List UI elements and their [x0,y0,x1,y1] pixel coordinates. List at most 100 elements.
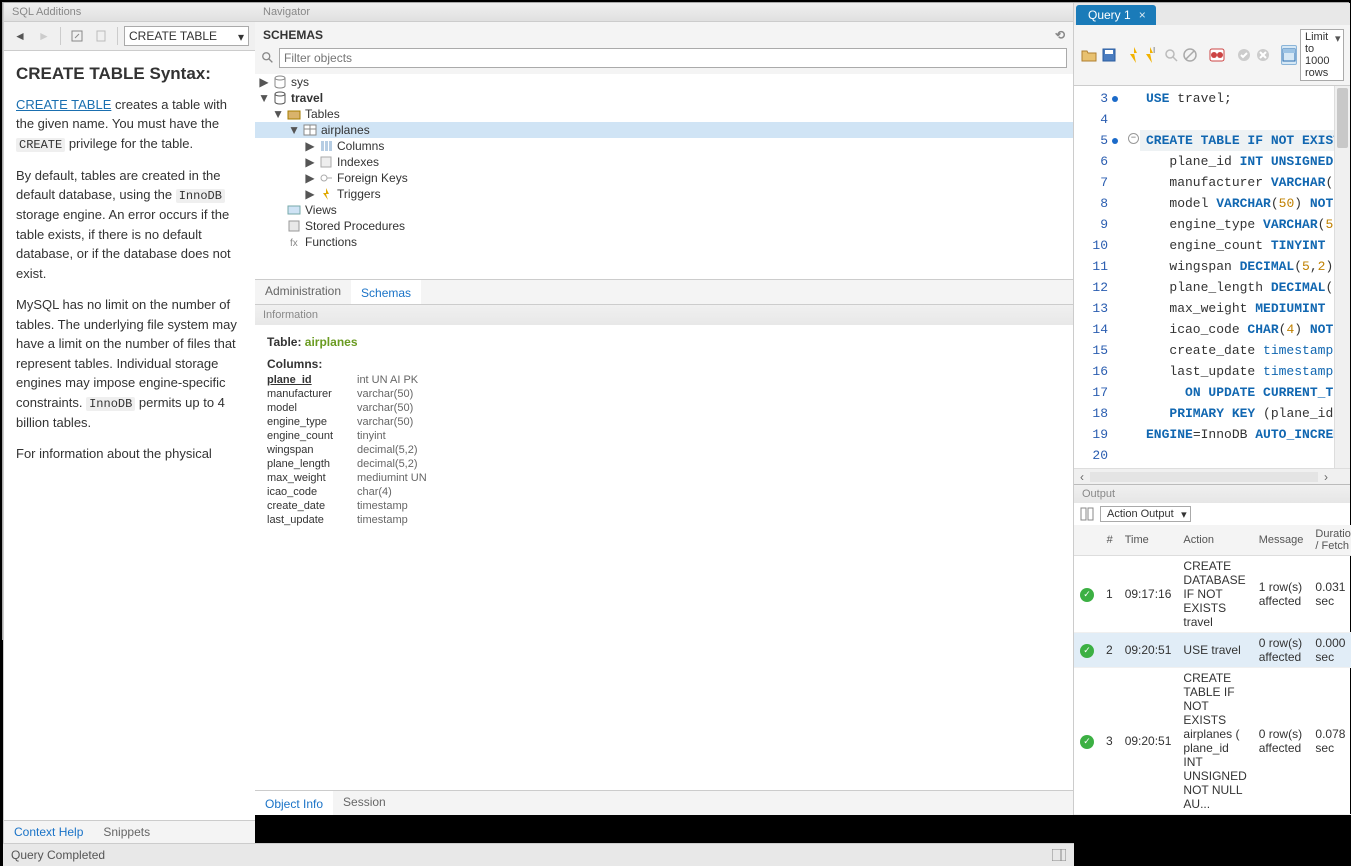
indexes-icon [319,155,333,169]
svg-text:fx: fx [290,238,298,249]
columns-icon [319,139,333,153]
chevron-down-icon[interactable]: ▼ [259,93,269,103]
vertical-scrollbar[interactable] [1334,86,1350,468]
limit-rows-select[interactable]: Limit to 1000 rows ▾ [1300,29,1344,81]
chevron-down-icon[interactable]: ▼ [289,125,299,135]
query-tab[interactable]: Query 1 × [1076,5,1156,25]
chevron-right-icon[interactable]: ▶ [259,77,269,87]
commit-icon[interactable] [1236,45,1252,65]
output-row[interactable]: ✓209:20:51USE travel0 row(s) affected0.0… [1074,633,1351,668]
tree-item[interactable]: sys [291,75,309,89]
nav-forward-icon[interactable]: ► [34,26,54,46]
schemas-label: SCHEMAS [263,28,323,42]
status-text: Query Completed [11,848,105,862]
column-type: mediumint UN [357,471,437,485]
chevron-right-icon[interactable]: ▶ [305,173,315,183]
rollback-icon[interactable] [1255,45,1271,65]
tab-schemas[interactable]: Schemas [351,280,421,304]
column-name: last_update [267,513,357,527]
chevron-right-icon[interactable]: ▶ [305,157,315,167]
database-icon [273,75,287,89]
query-tab-label: Query 1 [1088,8,1131,22]
views-icon [287,203,301,217]
help-heading: CREATE TABLE Syntax: [16,61,243,87]
toggle-autocommit-icon[interactable] [1208,45,1226,65]
open-file-icon[interactable] [1080,45,1098,65]
output-row[interactable]: ✓109:17:16CREATE DATABASE IF NOT EXISTS … [1074,556,1351,633]
tree-item[interactable]: Tables [305,107,340,121]
help-content: CREATE TABLE Syntax: CREATE TABLE create… [4,51,255,820]
columns-label: Columns: [267,357,322,371]
column-name: wingspan [267,443,357,457]
tree-item[interactable]: Stored Procedures [305,219,405,233]
tab-administration[interactable]: Administration [255,280,351,304]
tree-item[interactable]: Views [305,203,337,217]
output-mode-select[interactable]: Action Output▾ [1100,506,1191,522]
toggle-limit-icon[interactable] [1281,45,1297,65]
tree-item[interactable]: Foreign Keys [337,171,408,185]
close-tab-icon[interactable]: × [1139,8,1146,22]
nav-back-icon[interactable]: ◄ [10,26,30,46]
column-type: varchar(50) [357,387,437,401]
column-name: engine_count [267,429,357,443]
topic-select[interactable]: CREATE TABLE▾ [124,26,249,46]
database-icon [273,91,287,105]
stored-procedures-icon [287,219,301,233]
column-name: plane_length [267,457,357,471]
table-name: airplanes [305,335,358,349]
tree-item[interactable]: Triggers [337,187,381,201]
svg-text:I: I [1153,47,1155,55]
manual-icon[interactable] [91,26,111,46]
column-type: decimal(5,2) [357,457,437,471]
column-type: timestamp [357,513,437,527]
column-type: varchar(50) [357,401,437,415]
output-row[interactable]: ✓309:20:51CREATE TABLE IF NOT EXISTS air… [1074,668,1351,815]
execute-icon[interactable] [1127,45,1141,65]
tree-item[interactable]: airplanes [321,123,370,137]
column-type: varchar(50) [357,415,437,429]
tree-item[interactable]: Functions [305,235,357,249]
tab-context-help[interactable]: Context Help [4,821,93,843]
schema-tree[interactable]: ▶ sys ▼ travel ▼ Tables ▼ airplanes ▶ Columns… [255,74,1073,279]
jump-to-icon[interactable] [67,26,87,46]
column-name: engine_type [267,415,357,429]
column-name: model [267,401,357,415]
search-icon [261,51,275,65]
tab-session[interactable]: Session [333,791,396,815]
explain-icon[interactable] [1163,45,1179,65]
refresh-icon[interactable]: ⟲ [1055,28,1065,42]
output-header: Output [1074,485,1350,503]
table-label: Table: [267,335,301,349]
column-type: timestamp [357,499,437,513]
sql-editor[interactable]: USE travel; CREATE TABLE IF NOT EXISTS a… [1140,86,1334,468]
table-icon [303,123,317,137]
horizontal-scrollbar[interactable]: ‹ › [1074,468,1350,484]
output-panes-icon[interactable] [1080,507,1094,521]
information-header: Information [255,305,1073,325]
execute-current-icon[interactable]: I [1144,45,1160,65]
layout-icon[interactable] [1052,849,1066,861]
folder-icon [287,107,301,121]
tree-item[interactable]: Columns [337,139,384,153]
create-table-link[interactable]: CREATE TABLE [16,97,111,112]
column-name: create_date [267,499,357,513]
tree-item[interactable]: travel [291,91,323,105]
tab-object-info[interactable]: Object Info [255,791,333,815]
output-table: # Time Action Message Duration / Fetch ✓… [1074,525,1351,815]
column-name: icao_code [267,485,357,499]
tree-item[interactable]: Indexes [337,155,379,169]
column-name: manufacturer [267,387,357,401]
chevron-right-icon[interactable]: ▶ [305,141,315,151]
column-type: int UN AI PK [357,373,437,387]
information-body: Table: airplanes Columns: plane_idint UN… [255,325,1073,790]
column-type: decimal(5,2) [357,443,437,457]
save-file-icon[interactable] [1101,45,1117,65]
column-type: tinyint [357,429,437,443]
chevron-down-icon[interactable]: ▼ [273,109,283,119]
filter-objects-input[interactable] [279,48,1067,68]
foreign-keys-icon [319,171,333,185]
chevron-right-icon[interactable]: ▶ [305,189,315,199]
column-name: max_weight [267,471,357,485]
stop-icon[interactable] [1182,45,1198,65]
tab-snippets[interactable]: Snippets [93,821,160,843]
